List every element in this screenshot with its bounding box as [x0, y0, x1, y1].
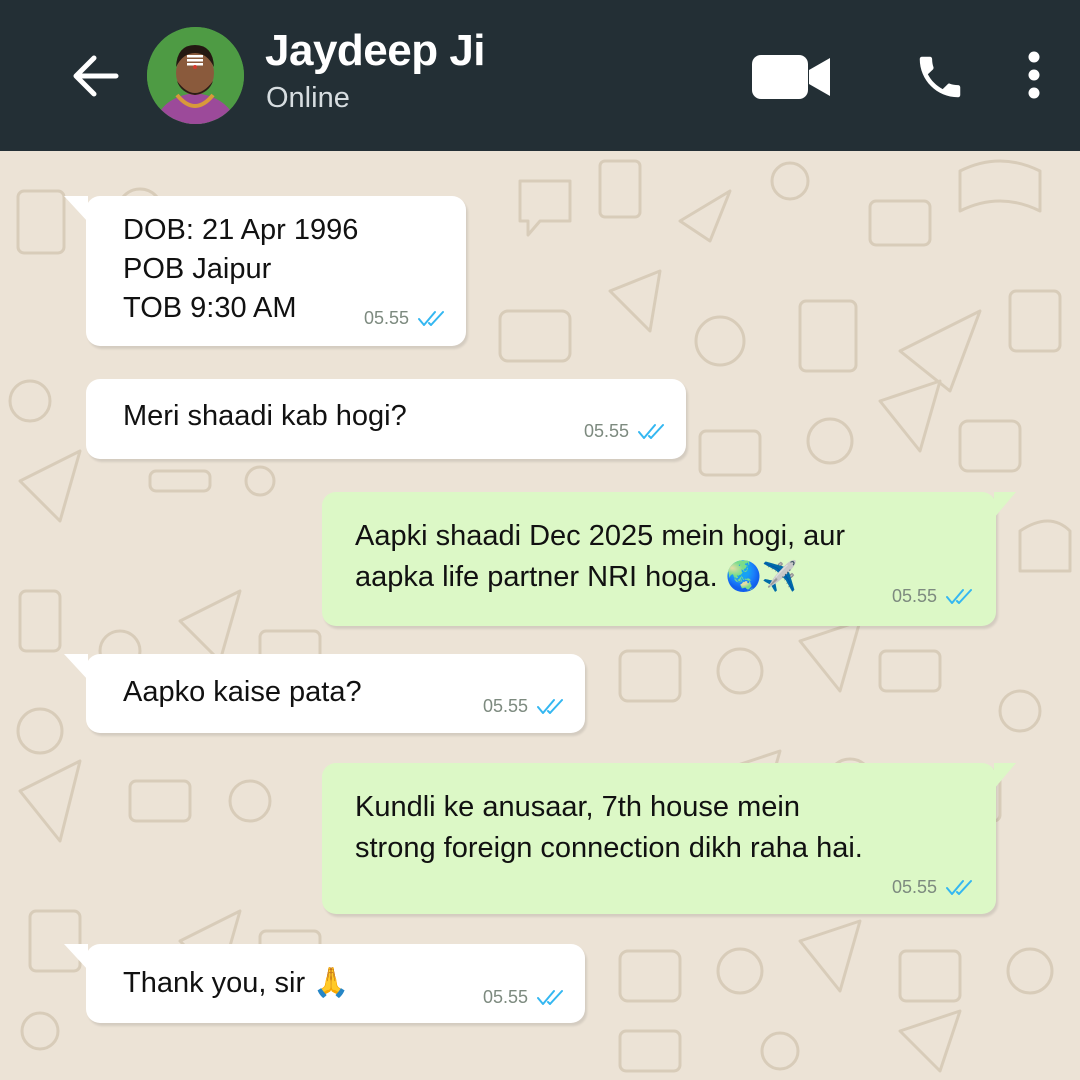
message-time: 05.55	[482, 696, 528, 716]
message-meta: 05.55	[892, 877, 974, 898]
message-line: Thank you, sir 🙏	[123, 967, 350, 999]
bubble-tail	[994, 763, 1016, 789]
message-time: 05.55	[891, 877, 937, 897]
message-bubble[interactable]: Aapko kaise pata? 05.55	[64, 654, 585, 733]
message-time: 05.55	[583, 421, 629, 441]
double-check-icon	[537, 990, 563, 1006]
message-line: strong foreign connection dikh raha hai.	[355, 832, 863, 864]
bubble-tail	[64, 196, 88, 222]
message-time: 05.55	[482, 987, 528, 1007]
contact-status: Online	[266, 82, 350, 114]
more-vertical-icon[interactable]	[1024, 51, 1044, 99]
message-meta: 05.55	[584, 421, 666, 442]
avatar[interactable]	[147, 27, 244, 124]
message-line: Aapki shaadi Dec 2025 mein hogi, aur	[355, 520, 846, 552]
bubble-tail	[994, 492, 1016, 518]
message-time: 05.55	[891, 586, 937, 606]
message-meta: 05.55	[483, 987, 565, 1008]
chat-area[interactable]: DOB: 21 Apr 1996 POB Jaipur TOB 9:30 AM …	[0, 151, 1080, 1080]
double-check-icon	[946, 589, 972, 605]
contact-name[interactable]: Jaydeep Ji	[265, 26, 486, 76]
message-meta: 05.55	[364, 308, 446, 329]
bubble-tail	[64, 654, 88, 680]
message-meta: 05.55	[483, 696, 565, 717]
back-arrow-icon[interactable]	[68, 48, 124, 104]
message-line: POB Jaipur	[123, 253, 272, 285]
message-bubble[interactable]: Aapki shaadi Dec 2025 mein hogi, aur aap…	[322, 492, 1016, 626]
video-call-icon[interactable]	[752, 55, 832, 99]
message-time: 05.55	[363, 308, 409, 328]
message-bubble[interactable]: DOB: 21 Apr 1996 POB Jaipur TOB 9:30 AM …	[64, 196, 466, 346]
double-check-icon	[418, 311, 444, 327]
message-line: DOB: 21 Apr 1996	[123, 214, 359, 246]
double-check-icon	[537, 699, 563, 715]
message-line: Aapko kaise pata?	[123, 676, 362, 708]
message-line: TOB 9:30 AM	[123, 292, 297, 324]
bubble-tail	[64, 944, 88, 970]
message-line: Meri shaadi kab hogi?	[123, 400, 407, 432]
double-check-icon	[638, 424, 664, 440]
message-line: aapka life partner NRI hoga. 🌏✈️	[355, 561, 798, 593]
message-line: Kundli ke anusaar, 7th house mein	[355, 791, 800, 823]
message-bubble[interactable]: Meri shaadi kab hogi? 05.55	[86, 379, 686, 459]
phone-icon[interactable]	[913, 50, 967, 104]
double-check-icon	[946, 880, 972, 896]
chat-header: Jaydeep Ji Online	[0, 0, 1080, 151]
message-bubble[interactable]: Thank you, sir 🙏 05.55	[64, 944, 585, 1023]
message-bubble[interactable]: Kundli ke anusaar, 7th house mein strong…	[322, 763, 1016, 914]
message-meta: 05.55	[892, 586, 974, 607]
